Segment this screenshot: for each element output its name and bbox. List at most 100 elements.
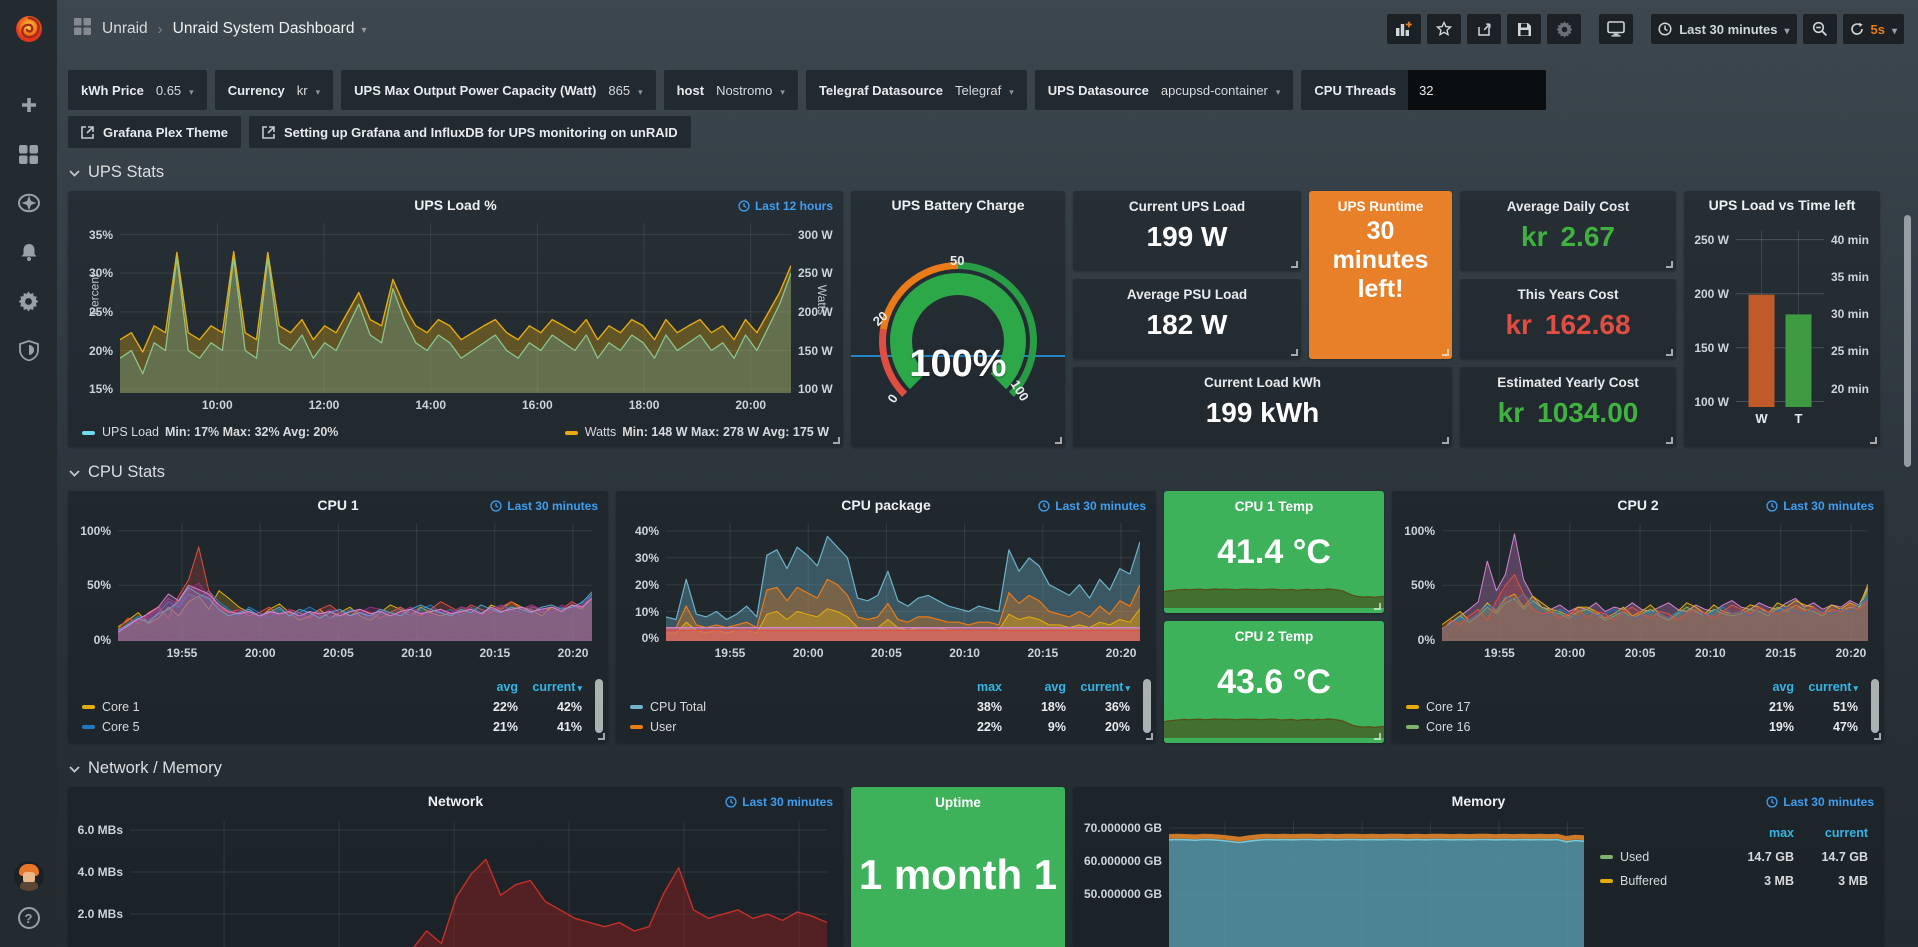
panel-cpu1-temp: CPU 1 Temp 41.4 °C (1164, 491, 1384, 613)
panel-memory: Memory Last 30 minutes 70.000000 GB 60.0… (1073, 787, 1884, 947)
external-link-icon (81, 126, 94, 139)
variable-telegraf-datasource[interactable]: Telegraf DatasourceTelegraf (806, 70, 1027, 110)
panel-this-years-cost: This Years Cost kr162.68 (1460, 279, 1676, 359)
refresh-picker[interactable]: 5s (1843, 14, 1905, 44)
panel-current-load-kwh: Current Load kWh 199 kWh (1073, 367, 1452, 447)
legend-swatch (630, 705, 643, 709)
create-add-icon[interactable] (18, 94, 40, 116)
time-override: Last 30 minutes (1766, 795, 1874, 809)
variable-host[interactable]: hostNostromo (664, 70, 798, 110)
cpu2-chart[interactable]: 100% 50% 0% 19:55 20:00 20:05 20:10 20:1… (1442, 523, 1868, 641)
cpu-package-chart[interactable]: 40% 30% 20% 10% 0% 19:55 20:00 20:05 20:… (666, 523, 1140, 641)
variable-ups-datasource[interactable]: UPS Datasourceapcupsd-container (1035, 70, 1294, 110)
stat-value: 199 W (1073, 221, 1301, 253)
page-scrollbar[interactable] (1904, 215, 1911, 467)
legend-scrollbar[interactable] (1871, 679, 1879, 733)
legend-swatch (630, 725, 643, 729)
variable-ups-max-output[interactable]: UPS Max Output Power Capacity (Watt)865 (341, 70, 655, 110)
stat-value: 199 kWh (1073, 397, 1452, 429)
dashboard-title[interactable]: Unraid System Dashboard (173, 20, 367, 38)
explore-compass-icon[interactable] (18, 192, 40, 214)
refresh-icon (1850, 22, 1864, 36)
zoom-out-button[interactable] (1803, 14, 1837, 44)
section-ups-stats[interactable]: UPS Stats (69, 163, 1918, 182)
stat-title[interactable]: Estimated Yearly Cost (1460, 375, 1676, 390)
server-admin-shield-icon[interactable] (18, 339, 40, 361)
grafana-logo-icon[interactable] (12, 12, 46, 46)
breadcrumb-separator: › (158, 21, 163, 38)
configuration-gear-icon[interactable] (18, 290, 40, 312)
panel-title[interactable]: UPS Load % (68, 197, 843, 213)
panel-title[interactable]: UPS Battery Charge (851, 197, 1065, 213)
variable-currency[interactable]: Currencykr (215, 70, 333, 110)
section-cpu-stats[interactable]: CPU Stats (69, 463, 1918, 482)
panel-average-psu-load: Average PSU Load 182 W (1073, 279, 1301, 359)
legend-item: WattsMin: 148 W Max: 278 W Avg: 175 W (565, 425, 829, 439)
legend: UPS LoadMin: 17% Max: 32% Avg: 20% Watts… (82, 425, 829, 439)
legend-swatch (82, 725, 95, 729)
panel-title[interactable]: UPS Load vs Time left (1684, 197, 1880, 213)
external-link-icon (262, 126, 275, 139)
cpu-threads-input[interactable]: 32 (1408, 70, 1546, 110)
dashboards-icon[interactable] (18, 143, 40, 165)
stat-title[interactable]: CPU 2 Temp (1164, 629, 1384, 644)
legend-row: Core 1721%51% (1406, 697, 1858, 717)
panel-current-ups-load: Current UPS Load 199 W (1073, 191, 1301, 271)
network-chart[interactable]: 6.0 MBs 4.0 MBs 2.0 MBs (130, 821, 827, 947)
panel-title[interactable]: Memory (1073, 793, 1884, 809)
cpu1-chart[interactable]: 100% 50% 0% 19:55 20:00 20:05 20:10 20:1… (118, 523, 592, 641)
cycle-view-monitor-button[interactable] (1599, 14, 1633, 44)
breadcrumb: Unraid › Unraid System Dashboard (73, 17, 366, 41)
legend-swatch (565, 431, 578, 435)
stat-title[interactable]: This Years Cost (1460, 287, 1676, 302)
sparkline (1164, 568, 1384, 613)
navbar-actions: Last 30 minutes 5s (1387, 14, 1904, 44)
link-ups-monitoring-guide[interactable]: Setting up Grafana and InfluxDB for UPS … (249, 116, 691, 148)
variable-cpu-threads: CPU Threads32 (1301, 70, 1546, 110)
panel-average-daily-cost: Average Daily Cost kr2.67 (1460, 191, 1676, 271)
memory-chart[interactable]: 70.000000 GB 60.000000 GB 50.000000 GB (1169, 821, 1584, 947)
panel-ups-load-vs-time-left: UPS Load vs Time left 250 W 200 W 150 W … (1684, 191, 1880, 447)
add-panel-button[interactable] (1387, 14, 1421, 44)
stat-title[interactable]: Uptime (851, 795, 1065, 810)
sidebar: ? (0, 0, 57, 947)
legend-swatch (82, 431, 95, 435)
help-icon[interactable]: ? (18, 907, 40, 929)
user-avatar[interactable] (14, 861, 44, 891)
breadcrumb-root[interactable]: Unraid (102, 20, 148, 38)
legend-scrollbar[interactable] (1143, 679, 1151, 733)
legend-swatch (82, 705, 95, 709)
stat-title[interactable]: Current Load kWh (1073, 375, 1452, 390)
stat-value: 1 month 1 (851, 851, 1065, 899)
alerting-bell-icon[interactable] (18, 241, 40, 263)
panel-cpu1: CPU 1 Last 30 minutes 100% 50% 0% 19:55 … (68, 491, 608, 743)
stat-title[interactable]: UPS Runtime (1309, 199, 1452, 214)
stat-value: 43.6 °C (1164, 663, 1384, 702)
time-range-picker[interactable]: Last 30 minutes (1651, 14, 1796, 44)
variable-kwh-price[interactable]: kWh Price0.65 (68, 70, 207, 110)
top-navbar: Unraid › Unraid System Dashboard Last 30… (57, 0, 1918, 58)
legend-row: Core 521%41% (82, 717, 582, 737)
star-button[interactable] (1427, 14, 1461, 44)
stat-title[interactable]: Average Daily Cost (1460, 199, 1676, 214)
battery-charge-value: 100% (851, 343, 1065, 386)
link-grafana-plex-theme[interactable]: Grafana Plex Theme (68, 116, 241, 148)
time-override: Last 30 minutes (490, 499, 598, 513)
legend: avgcurrent Core 122%42% Core 521%41% (82, 677, 582, 737)
ups-load-chart[interactable]: Percent Watts 35% 30% 25% 20% 15% 300 W … (120, 223, 791, 393)
time-override: Last 12 hours (738, 199, 833, 213)
stat-title[interactable]: Average PSU Load (1073, 287, 1301, 302)
stat-title[interactable]: Current UPS Load (1073, 199, 1301, 214)
legend-scrollbar[interactable] (595, 679, 603, 733)
legend-item: UPS LoadMin: 17% Max: 32% Avg: 20% (82, 425, 338, 439)
load-vs-time-chart[interactable]: 250 W 200 W 150 W 100 W 40 min 35 min 30… (1736, 231, 1824, 407)
save-button[interactable] (1507, 14, 1541, 44)
stat-value: 182 W (1073, 309, 1301, 341)
dashboard-settings-button[interactable] (1547, 14, 1581, 44)
legend-swatch (1600, 855, 1613, 859)
share-button[interactable] (1467, 14, 1501, 44)
section-network-memory[interactable]: Network / Memory (69, 759, 1918, 778)
stat-title[interactable]: CPU 1 Temp (1164, 499, 1384, 514)
chevron-down-icon (69, 760, 80, 778)
sparkline (1164, 698, 1384, 743)
